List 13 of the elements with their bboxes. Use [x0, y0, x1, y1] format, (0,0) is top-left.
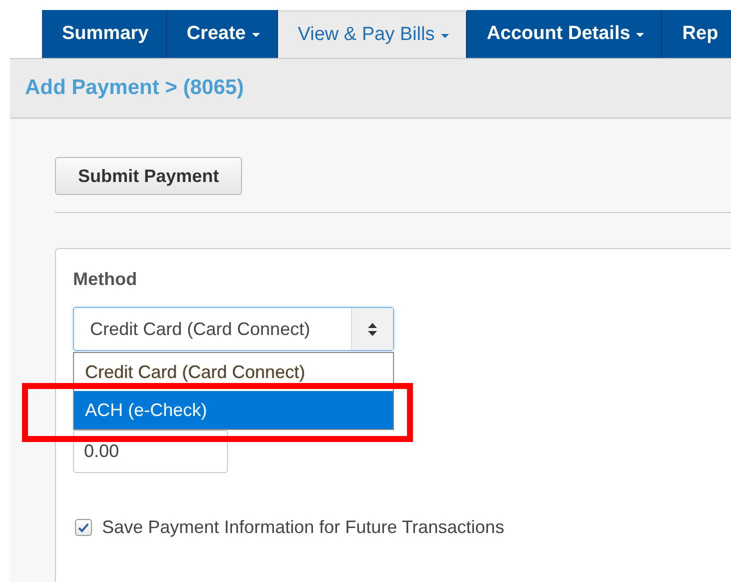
nav-tab[interactable]: View & Pay Bills: [278, 10, 467, 58]
dropdown-option[interactable]: ACH (e-Check): [74, 391, 393, 429]
nav-tab[interactable]: Account Details: [466, 10, 662, 58]
nav-tab[interactable]: Rep: [662, 10, 731, 58]
nav-tab[interactable]: Create: [166, 10, 278, 58]
checkbox-label: Save Payment Information for Future Transactions: [102, 517, 504, 538]
field-label: Method: [73, 269, 138, 290]
checkbox[interactable]: [75, 519, 92, 536]
submit-payment-button[interactable]: Submit Payment: [55, 157, 242, 195]
updown-icon: [368, 322, 377, 336]
method-select[interactable]: Credit Card (Card Connect): [73, 307, 394, 351]
nav-tab[interactable]: Summary: [42, 10, 167, 58]
breadcrumb: Add Payment > (8065): [25, 76, 244, 100]
